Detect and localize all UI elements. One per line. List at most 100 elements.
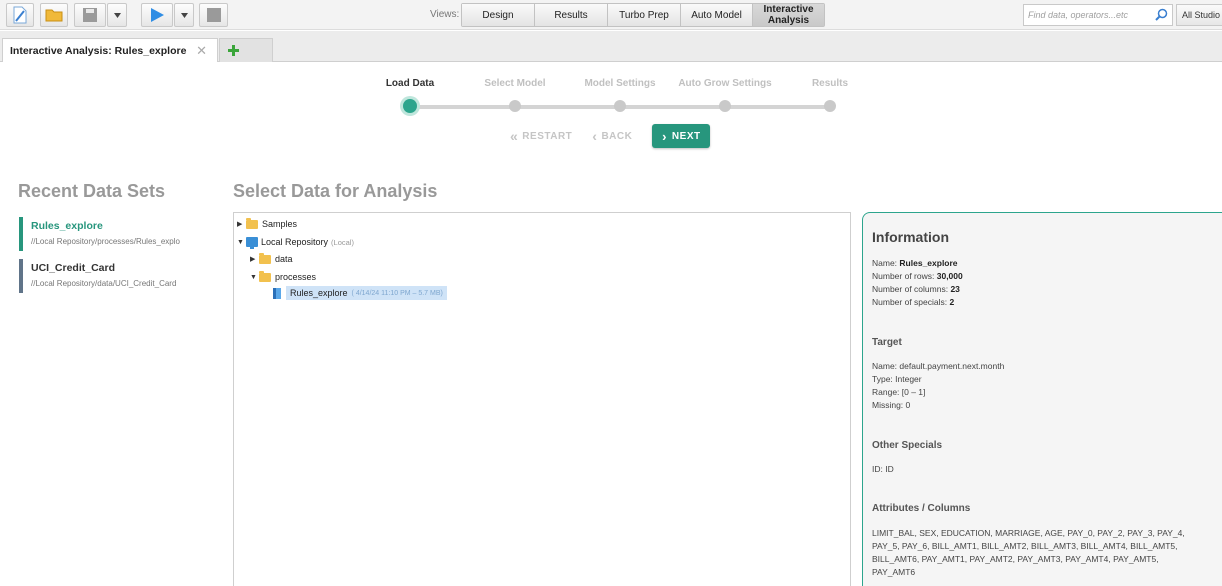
main-toolbar: Views: Design Results Turbo Prep Auto Mo… xyxy=(0,0,1222,30)
run-options-dropdown[interactable] xyxy=(174,3,194,27)
tree-node-samples[interactable]: ▶ Samples xyxy=(237,216,297,232)
tree-node-label: processes xyxy=(275,272,317,282)
back-button[interactable]: ‹ BACK xyxy=(592,128,632,144)
restart-label: RESTART xyxy=(522,130,573,142)
info-label: Number of rows: xyxy=(872,271,935,281)
recent-item-path: //Local Repository/processes/Rules_explo xyxy=(31,237,180,246)
tree-node-label: Samples xyxy=(262,219,298,229)
step-dot xyxy=(403,99,417,113)
next-button[interactable]: › NEXT xyxy=(652,124,711,148)
save-button[interactable] xyxy=(74,3,106,27)
view-interactive-analysis-button[interactable]: Interactive Analysis xyxy=(753,4,824,26)
collapse-arrow-icon[interactable]: ▼ xyxy=(237,239,246,246)
views-label: Views: xyxy=(430,9,460,20)
target-heading: Target xyxy=(872,337,902,348)
collapse-arrow-icon[interactable]: ▼ xyxy=(250,274,259,281)
expand-arrow-icon[interactable]: ▶ xyxy=(237,220,246,228)
tree-node-data[interactable]: ▶ data xyxy=(250,251,293,267)
search-icon[interactable] xyxy=(1155,8,1168,21)
other-specials-id: ID: ID xyxy=(872,464,894,474)
play-icon xyxy=(151,8,164,22)
new-process-button[interactable] xyxy=(6,3,34,27)
recent-item[interactable]: Rules_explore //Local Repository/process… xyxy=(19,217,219,251)
new-document-icon xyxy=(13,6,27,24)
info-columns-line: Number of columns: 23 xyxy=(872,284,960,294)
search-input[interactable] xyxy=(1024,5,1150,25)
target-name: Name: default.payment.next.month xyxy=(872,361,1005,371)
step-dot xyxy=(614,100,626,112)
folder-icon xyxy=(259,270,271,282)
studio-scope-button[interactable]: All Studio xyxy=(1176,4,1222,26)
save-options-dropdown[interactable] xyxy=(107,3,127,27)
info-label: Name: xyxy=(872,258,898,268)
information-title: Information xyxy=(872,229,949,245)
chevron-down-icon xyxy=(180,12,188,18)
step-label: Model Settings xyxy=(584,78,656,89)
view-design-button[interactable]: Design xyxy=(462,4,535,26)
view-auto-model-button[interactable]: Auto Model xyxy=(681,4,753,26)
step-load-data[interactable]: Load Data xyxy=(355,78,465,113)
attributes-heading: Attributes / Columns xyxy=(872,503,971,514)
info-label: Number of specials: xyxy=(872,297,948,307)
info-value: 30,000 xyxy=(936,271,963,281)
view-results-button[interactable]: Results xyxy=(535,4,608,26)
open-button[interactable] xyxy=(40,3,68,27)
selected-tree-item[interactable]: Rules_explore ( 4/14/24 11:10 PM – 5.7 M… xyxy=(286,286,447,300)
tab-bar: Interactive Analysis: Rules_explore ✕ xyxy=(0,31,1222,62)
tree-node-label: Rules_explore xyxy=(290,288,348,298)
step-label: Results xyxy=(811,78,849,89)
step-auto-grow-settings[interactable]: Auto Grow Settings xyxy=(670,78,780,112)
info-rows-line: Number of rows: 30,000 xyxy=(872,271,963,281)
recent-data-sets-title: Recent Data Sets xyxy=(18,181,166,201)
target-type: Type: Integer xyxy=(872,374,922,384)
stop-icon xyxy=(206,8,221,22)
view-switcher: Design Results Turbo Prep Auto Model Int… xyxy=(461,3,825,27)
info-value: Rules_explore xyxy=(899,258,958,268)
select-data-title: Select Data for Analysis xyxy=(233,181,438,201)
chevron-down-icon xyxy=(113,12,121,18)
chevron-left-icon: ‹ xyxy=(592,128,598,144)
target-range: Range: [0 – 1] xyxy=(872,387,926,397)
repository-tree: ▶ Samples ▼ Local Repository (Local) ▶ d… xyxy=(233,212,851,586)
step-label: Auto Grow Settings xyxy=(678,78,772,89)
tree-node-label: data xyxy=(275,254,293,264)
info-specials-line: Number of specials: 2 xyxy=(872,297,954,307)
folder-open-icon xyxy=(45,9,63,22)
repository-icon xyxy=(246,237,258,249)
search-box xyxy=(1023,4,1173,26)
run-button[interactable] xyxy=(141,3,173,27)
step-label: Load Data xyxy=(385,78,435,89)
tree-node-rules-explore[interactable]: Rules_explore ( 4/14/24 11:10 PM – 5.7 M… xyxy=(273,285,447,301)
info-value: 23 xyxy=(950,284,960,294)
attributes-list: LIMIT_BAL, SEX, EDUCATION, MARRIAGE, AGE… xyxy=(872,528,1185,577)
step-dot xyxy=(824,100,836,112)
folder-icon xyxy=(259,252,271,264)
plus-icon xyxy=(228,45,239,56)
recent-item-name: Rules_explore xyxy=(31,220,103,232)
step-results[interactable]: Results xyxy=(775,78,885,112)
stop-button[interactable] xyxy=(199,3,228,27)
recent-item-path: //Local Repository/data/UCI_Credit_Card xyxy=(31,279,177,288)
wizard-steps: Load Data Select Model Model Settings Au… xyxy=(370,78,860,118)
info-value: 2 xyxy=(949,297,955,307)
tab-title: Interactive Analysis: Rules_explore xyxy=(10,44,187,57)
restart-button[interactable]: « RESTART xyxy=(510,128,572,144)
tab-interactive-analysis[interactable]: Interactive Analysis: Rules_explore ✕ xyxy=(2,38,218,62)
chevron-right-icon: › xyxy=(662,128,667,144)
close-icon[interactable]: ✕ xyxy=(196,43,207,59)
other-specials-heading: Other Specials xyxy=(872,440,943,451)
back-label: BACK xyxy=(601,130,633,142)
tree-node-local-repository[interactable]: ▼ Local Repository (Local) xyxy=(237,234,354,250)
tree-node-meta: ( 4/14/24 11:10 PM – 5.7 MB) xyxy=(351,289,443,297)
info-label: Number of columns: xyxy=(872,284,949,294)
step-model-settings[interactable]: Model Settings xyxy=(565,78,675,112)
view-turbo-prep-button[interactable]: Turbo Prep xyxy=(608,4,681,26)
step-dot xyxy=(509,100,521,112)
expand-arrow-icon[interactable]: ▶ xyxy=(250,255,259,263)
folder-icon xyxy=(246,217,258,229)
recent-item[interactable]: UCI_Credit_Card //Local Repository/data/… xyxy=(19,259,219,293)
recent-item-name: UCI_Credit_Card xyxy=(31,262,116,274)
tree-node-processes[interactable]: ▼ processes xyxy=(250,269,316,285)
add-tab-button[interactable] xyxy=(219,38,273,62)
step-select-model[interactable]: Select Model xyxy=(460,78,570,112)
